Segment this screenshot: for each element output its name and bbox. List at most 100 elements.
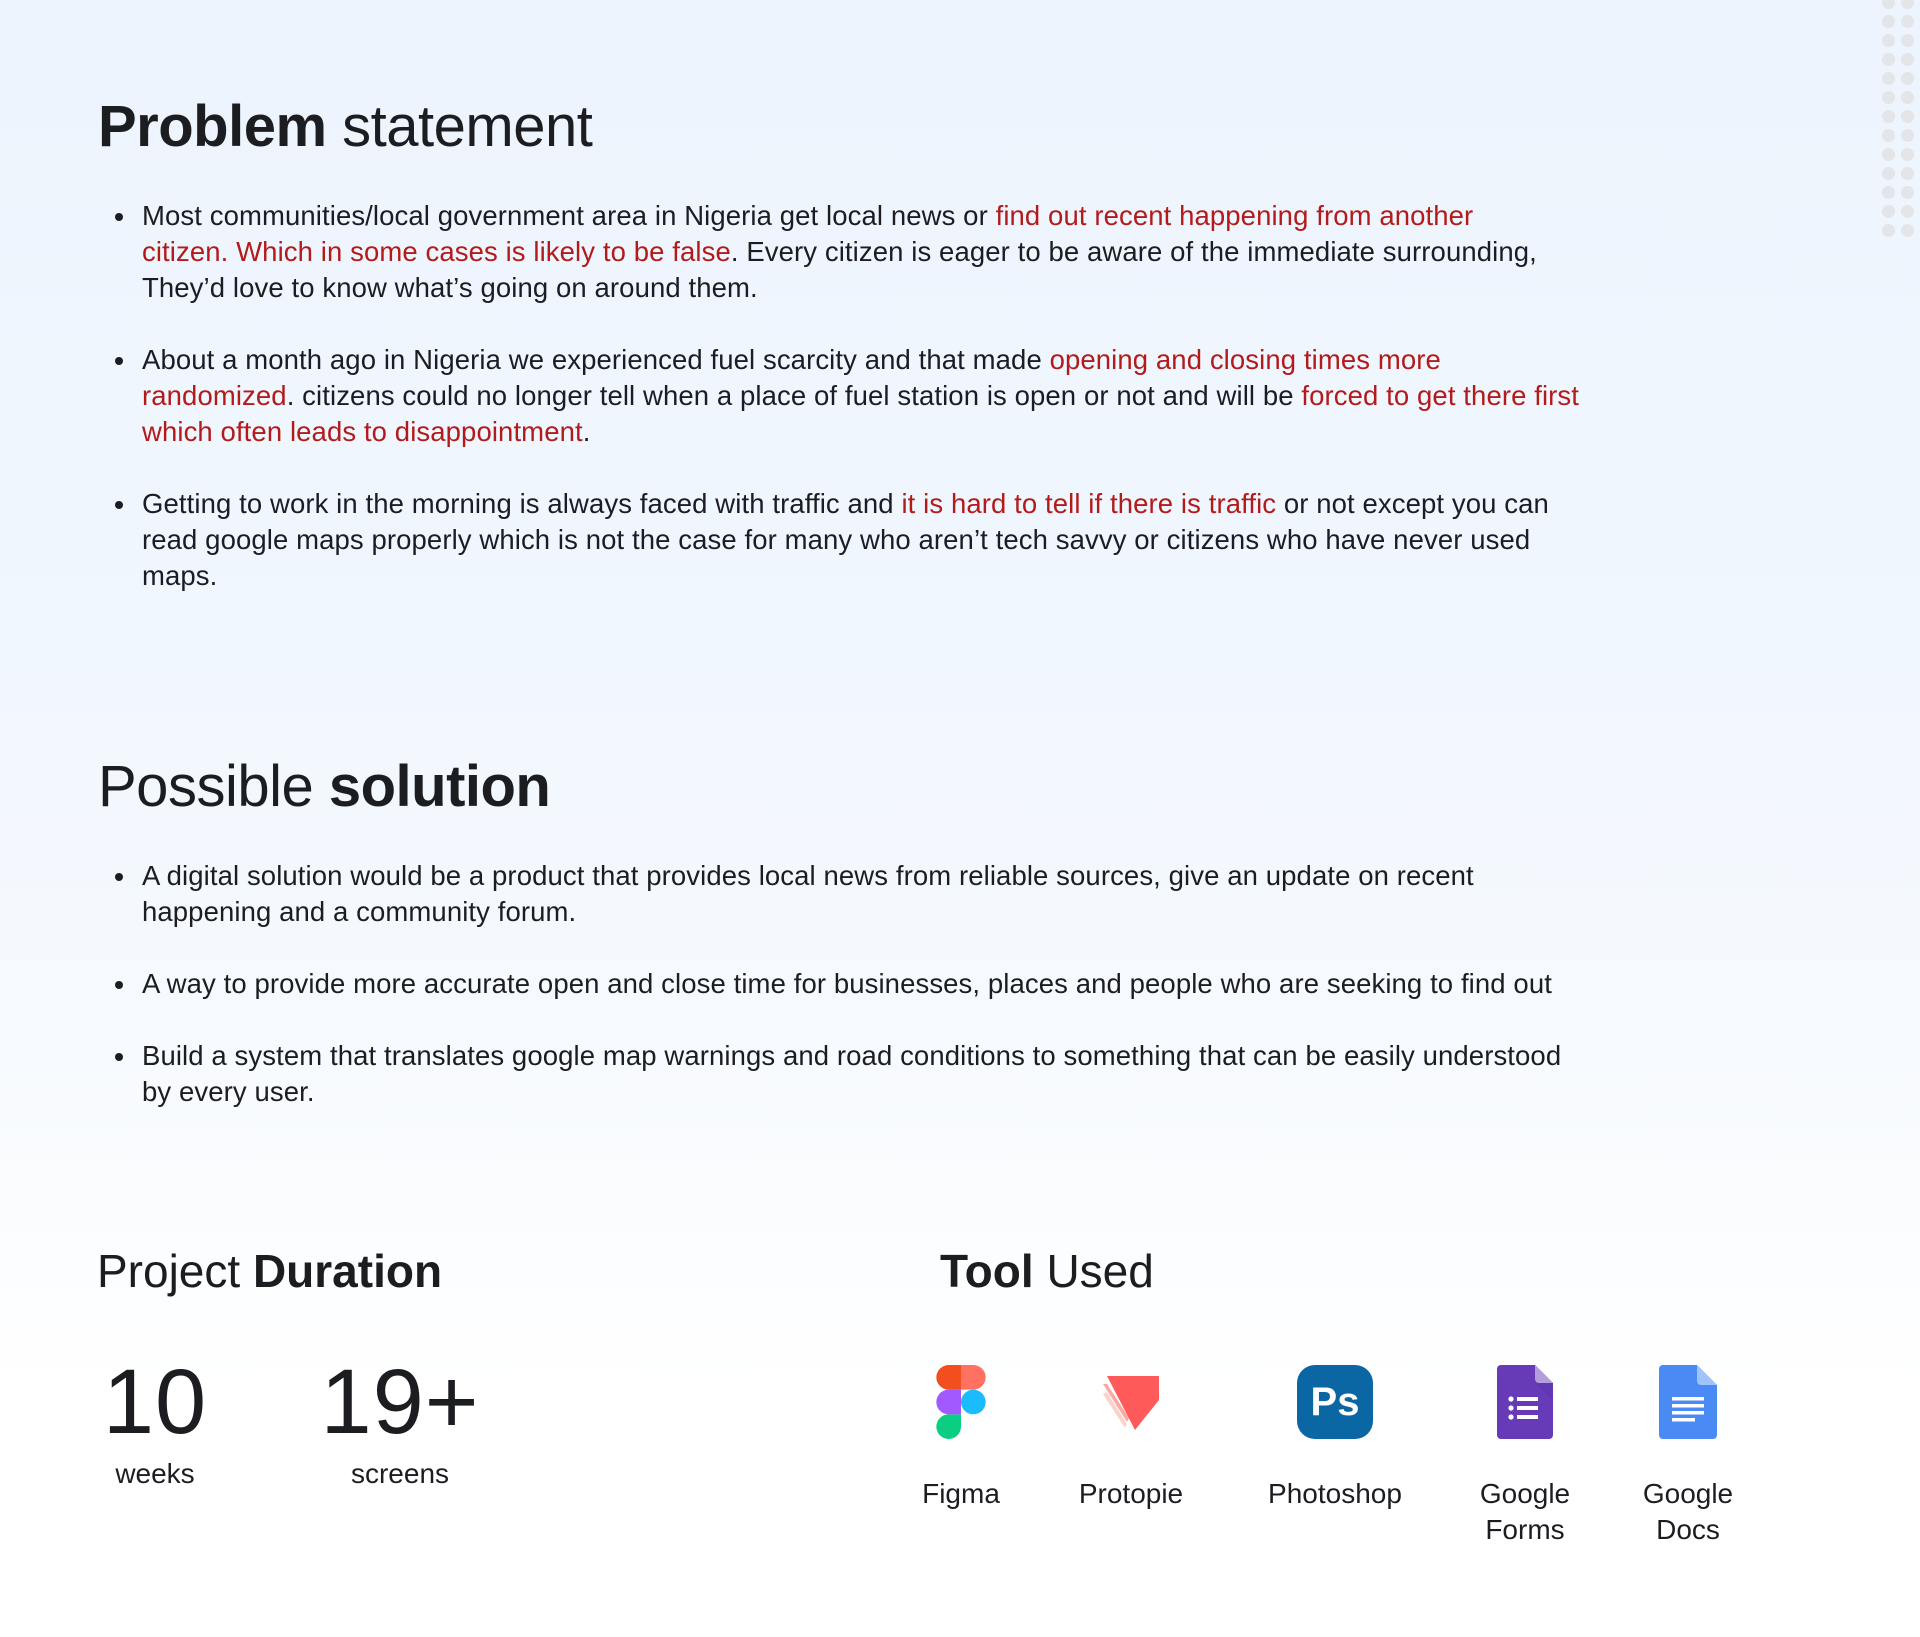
dot	[1882, 224, 1895, 237]
dot	[1901, 205, 1914, 218]
dot	[1882, 110, 1895, 123]
project-duration-heading: Project Duration	[97, 1248, 442, 1294]
tool-label: Google Forms	[1479, 1478, 1571, 1545]
text-line: Build a system that translates google ma…	[142, 1040, 1562, 1071]
dot	[1882, 72, 1895, 85]
text-line: randomized. citizens could no longer tel…	[142, 378, 1838, 414]
dot	[1882, 91, 1895, 104]
figma-icon	[921, 1362, 1001, 1442]
text-line: maps.	[142, 558, 1838, 594]
body-text: . Every citizen is eager to be aware of …	[730, 236, 1537, 267]
dot	[1882, 186, 1895, 199]
problem-item: Most communities/local government area i…	[98, 198, 1838, 306]
tool-label: Figma	[922, 1478, 1000, 1509]
stat-weeks: 10 weeks	[90, 1356, 220, 1488]
dot	[1901, 15, 1914, 28]
highlighted-text: forced to get there first	[1301, 380, 1580, 411]
problem-list: Most communities/local government area i…	[98, 198, 1838, 630]
tool-google-docs: Google Docs	[1613, 1362, 1763, 1548]
highlighted-text: it is hard to tell if there is traffic	[901, 488, 1277, 519]
body-text: Getting to work in the morning is always…	[142, 488, 902, 519]
dot	[1901, 129, 1914, 142]
dot	[1901, 186, 1914, 199]
heading-regular-part: statement	[326, 94, 593, 159]
text-line: which often leads to disappointment.	[142, 414, 1838, 450]
text-line: A way to provide more accurate open and …	[142, 968, 1552, 999]
highlighted-text: find out recent happening from another	[995, 200, 1474, 231]
highlighted-text: which often leads to disappointment	[142, 416, 583, 447]
dot	[1882, 53, 1895, 66]
body-text: . citizens could no longer tell when a p…	[286, 380, 1302, 411]
text-line: A digital solution would be a product th…	[142, 860, 1474, 891]
heading-bold-part: Duration	[252, 1245, 443, 1297]
dot	[1901, 53, 1914, 66]
body-text: .	[582, 416, 591, 447]
heading-regular-part: Used	[1033, 1245, 1154, 1297]
tool-label: Google Docs	[1642, 1478, 1734, 1545]
protopie-icon	[1091, 1362, 1171, 1442]
text-line: by every user.	[142, 1076, 315, 1107]
highlighted-text: randomized	[142, 380, 287, 411]
body-text: or not except you can	[1276, 488, 1549, 519]
possible-solution-heading: Possible solution	[98, 758, 551, 816]
dot	[1901, 167, 1914, 180]
problem-item: About a month ago in Nigeria we experien…	[98, 342, 1838, 450]
stat-screens: 19+ screens	[308, 1356, 492, 1488]
highlighted-text: opening and closing times more	[1049, 344, 1441, 375]
body-text: maps.	[142, 560, 218, 591]
heading-bold-part: Tool	[940, 1245, 1034, 1297]
dot	[1882, 0, 1895, 9]
solution-item: A digital solution would be a product th…	[98, 858, 1838, 930]
dot	[1882, 148, 1895, 161]
decorative-dot-pattern	[1880, 0, 1920, 250]
body-text: read google maps properly which is not t…	[142, 524, 1531, 555]
body-text: Most communities/local government area i…	[142, 200, 996, 231]
dot	[1882, 15, 1895, 28]
dot	[1882, 34, 1895, 47]
svg-text:Ps: Ps	[1311, 1380, 1360, 1424]
dot	[1901, 224, 1914, 237]
stat-value: 19+	[320, 1351, 480, 1453]
text-line: Getting to work in the morning is always…	[142, 486, 1838, 522]
text-line: About a month ago in Nigeria we experien…	[142, 342, 1838, 378]
dot	[1901, 110, 1914, 123]
solution-item: Build a system that translates google ma…	[98, 1038, 1838, 1110]
dot	[1901, 0, 1914, 9]
text-line: read google maps properly which is not t…	[142, 522, 1838, 558]
solution-item: A way to provide more accurate open and …	[98, 966, 1838, 1002]
problem-item: Getting to work in the morning is always…	[98, 486, 1838, 594]
body-text: About a month ago in Nigeria we experien…	[142, 344, 1050, 375]
highlighted-text: citizen. Which in some cases is likely t…	[142, 236, 731, 267]
heading-bold-part: Problem	[98, 94, 327, 159]
problem-statement-heading: Problem statement	[98, 98, 593, 156]
tool-label: Photoshop	[1268, 1478, 1402, 1509]
dot	[1882, 129, 1895, 142]
stat-value: 10	[102, 1351, 208, 1453]
solution-list: A digital solution would be a product th…	[98, 858, 1838, 1146]
dot	[1901, 91, 1914, 104]
tool-photoshop: Ps Photoshop	[1260, 1362, 1410, 1512]
dot	[1901, 148, 1914, 161]
heading-regular-part: Possible	[98, 754, 329, 819]
text-line: They’d love to know what’s going on arou…	[142, 270, 1838, 306]
dot	[1882, 205, 1895, 218]
heading-bold-part: solution	[328, 754, 551, 819]
photoshop-icon: Ps	[1295, 1362, 1375, 1442]
google-forms-icon	[1485, 1362, 1565, 1442]
tool-label: Protopie	[1078, 1478, 1184, 1509]
google-docs-icon	[1648, 1362, 1728, 1442]
text-line: citizen. Which in some cases is likely t…	[142, 234, 1838, 270]
tools-used-heading: Tool Used	[940, 1248, 1154, 1294]
tool-protopie: Protopie	[1056, 1362, 1206, 1512]
tool-figma: Figma	[886, 1362, 1036, 1512]
stat-unit: screens	[350, 1458, 450, 1489]
dot	[1882, 167, 1895, 180]
stat-unit: weeks	[115, 1458, 195, 1489]
text-line: Most communities/local government area i…	[142, 198, 1838, 234]
heading-regular-part: Project	[97, 1245, 253, 1297]
text-line: happening and a community forum.	[142, 896, 577, 927]
dot	[1901, 72, 1914, 85]
body-text: They’d love to know what’s going on arou…	[142, 272, 758, 303]
tool-google-forms: Google Forms	[1450, 1362, 1600, 1548]
dot	[1901, 34, 1914, 47]
